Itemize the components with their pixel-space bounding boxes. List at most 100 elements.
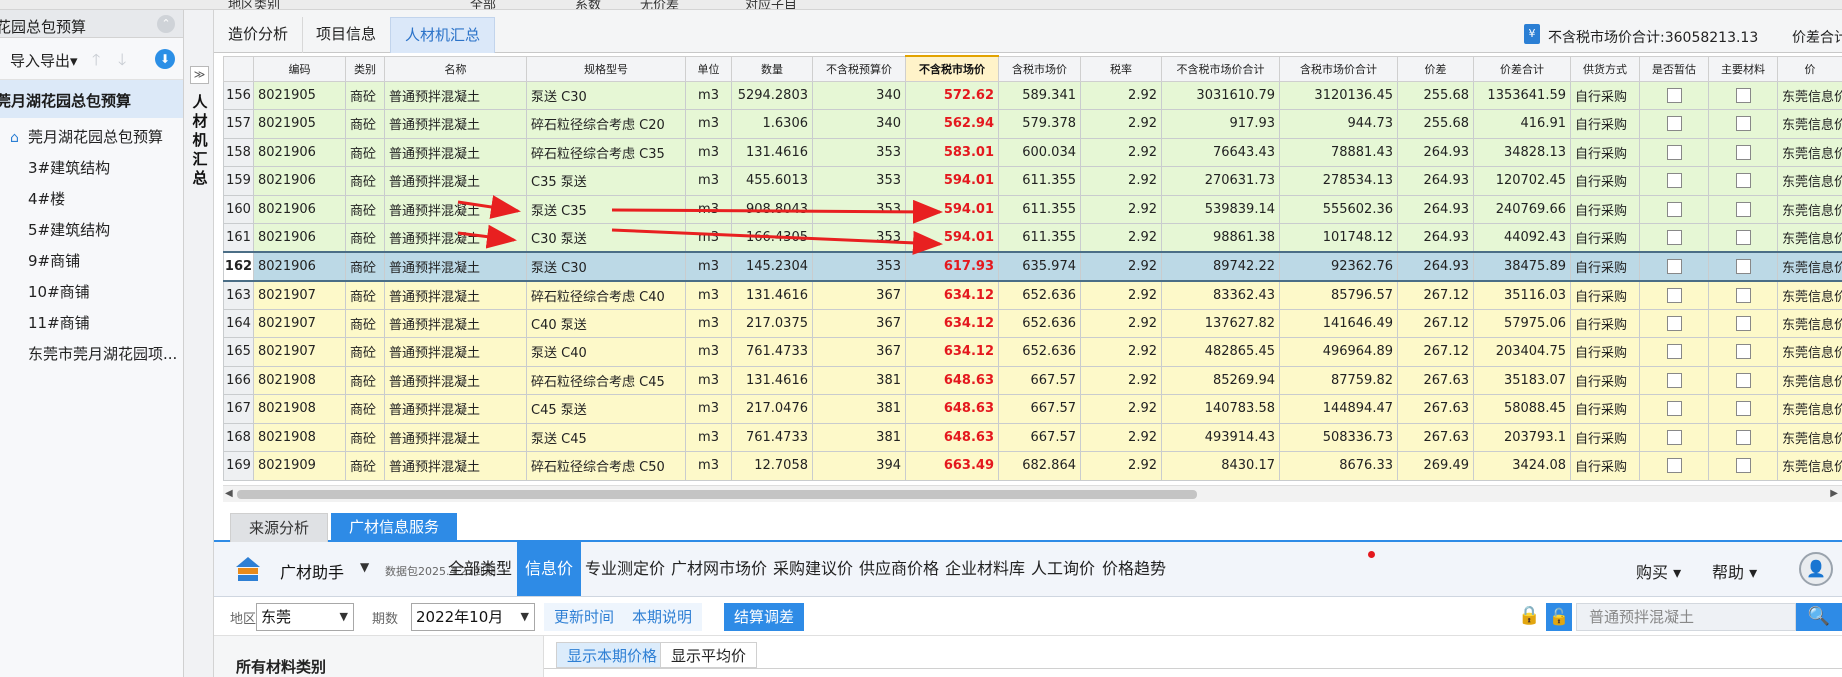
checkbox-cell[interactable]: [1639, 422, 1709, 452]
cell-taxed[interactable]: 667.57: [998, 394, 1081, 424]
tab-material-summary[interactable]: 人材机汇总: [390, 17, 496, 53]
cell-budget[interactable]: 381: [812, 365, 906, 395]
search-input[interactable]: 普通预拌混凝土: [1576, 603, 1796, 631]
cell-taxed[interactable]: 635.974: [998, 251, 1081, 282]
checkbox-cell[interactable]: [1708, 365, 1778, 395]
cell-diff[interactable]: 264.93: [1397, 137, 1474, 167]
cell-source[interactable]: 东莞信息价: [1777, 451, 1842, 481]
cell-rate[interactable]: 2.92: [1080, 109, 1162, 139]
main-material-checkbox[interactable]: [1735, 315, 1751, 331]
cell-diff_total[interactable]: 35183.07: [1473, 365, 1571, 395]
cell-spec[interactable]: 泵送 C30: [526, 251, 686, 282]
cell-market[interactable]: 562.94: [905, 109, 999, 139]
checkbox-cell[interactable]: [1639, 166, 1709, 196]
cell-rate[interactable]: 2.92: [1080, 137, 1162, 167]
tree-item[interactable]: 11#商铺: [0, 308, 183, 339]
estimate-checkbox[interactable]: [1666, 287, 1682, 303]
main-material-checkbox[interactable]: [1735, 144, 1751, 160]
nav-price-trend[interactable]: 价格趋势: [1094, 542, 1174, 596]
cell-diff[interactable]: 267.12: [1397, 280, 1474, 310]
cell-code[interactable]: 8021906: [253, 223, 346, 253]
cell-budget[interactable]: 367: [812, 280, 906, 310]
cell-market[interactable]: 594.01: [905, 223, 999, 253]
estimate-checkbox[interactable]: [1666, 116, 1682, 132]
cell-name[interactable]: 普通预拌混凝土: [384, 80, 527, 110]
cell-total_incl[interactable]: 141646.49: [1279, 308, 1398, 338]
column-header[interactable]: 价差: [1397, 55, 1474, 82]
checkbox-cell[interactable]: [1639, 308, 1709, 338]
cell-code[interactable]: 8021908: [253, 365, 346, 395]
cell-budget[interactable]: 353: [812, 251, 906, 282]
cell-market[interactable]: 648.63: [905, 394, 999, 424]
cell-total_incl[interactable]: 944.73: [1279, 109, 1398, 139]
cell-qty[interactable]: 761.4733: [731, 337, 813, 367]
cell-name[interactable]: 普通预拌混凝土: [384, 422, 527, 452]
cell-name[interactable]: 普通预拌混凝土: [384, 137, 527, 167]
cell-spec[interactable]: 碎石粒径综合考虑 C45: [526, 365, 686, 395]
cell-diff_total[interactable]: 34828.13: [1473, 137, 1571, 167]
checkbox-cell[interactable]: [1708, 166, 1778, 196]
scroll-right-icon[interactable]: ▶: [1830, 488, 1838, 499]
cell-total_excl[interactable]: 137627.82: [1161, 308, 1280, 338]
table-row[interactable]: 166 8021908 商砼 普通预拌混凝土 碎石粒径综合考虑 C45 m3 131.461…: [223, 365, 1842, 395]
cell-spec[interactable]: 碎石粒径综合考虑 C20: [526, 109, 686, 139]
cell-spec[interactable]: 碎石粒径综合考虑 C50: [526, 451, 686, 481]
tree-item[interactable]: 10#商铺: [0, 277, 183, 308]
cell-unit[interactable]: m3: [685, 251, 732, 282]
sidebar-selected-project[interactable]: 莞月湖花园总包预算: [0, 80, 183, 118]
tab-current-price[interactable]: 显示本期价格: [556, 642, 669, 668]
cell-taxed[interactable]: 682.864: [998, 451, 1081, 481]
cell-diff_total[interactable]: 35116.03: [1473, 280, 1571, 310]
cell-code[interactable]: 8021908: [253, 394, 346, 424]
cell-spec[interactable]: 碎石粒径综合考虑 C35: [526, 137, 686, 167]
tab-project-info[interactable]: 项目信息: [302, 17, 392, 53]
cell-budget[interactable]: 367: [812, 337, 906, 367]
estimate-checkbox[interactable]: [1666, 315, 1682, 331]
cell-qty[interactable]: 217.0476: [731, 394, 813, 424]
cell-cat[interactable]: 商砼: [345, 451, 385, 481]
column-header[interactable]: 不含税预算价: [812, 55, 906, 82]
main-material-checkbox[interactable]: [1735, 401, 1751, 417]
cell-diff[interactable]: 264.93: [1397, 194, 1474, 224]
cell-taxed[interactable]: 652.636: [998, 280, 1081, 310]
cell-rate[interactable]: 2.92: [1080, 451, 1162, 481]
cell-diff_total[interactable]: 57975.06: [1473, 308, 1571, 338]
cell-name[interactable]: 普通预拌混凝土: [384, 394, 527, 424]
cell-supply[interactable]: 自行采购: [1570, 251, 1640, 282]
table-row[interactable]: 167 8021908 商砼 普通预拌混凝土 C45 泵送 m3 217.0476 381 64…: [223, 394, 1842, 424]
cell-unit[interactable]: m3: [685, 365, 732, 395]
cell-budget[interactable]: 381: [812, 422, 906, 452]
move-up-icon[interactable]: 🡑: [92, 49, 100, 76]
cell-diff[interactable]: 264.93: [1397, 251, 1474, 282]
row-number[interactable]: 169: [223, 451, 254, 481]
cell-qty[interactable]: 217.0375: [731, 308, 813, 338]
row-number[interactable]: 157: [223, 109, 254, 139]
nav-suggest-price[interactable]: 采购建议价: [765, 542, 861, 596]
row-number[interactable]: 166: [223, 365, 254, 395]
table-row[interactable]: 159 8021906 商砼 普通预拌混凝土 C35 泵送 m3 455.6013 353 59…: [223, 166, 1842, 196]
table-row[interactable]: 156 8021905 商砼 普通预拌混凝土 泵送 C30 m3 5294.2803 340 5…: [223, 80, 1842, 110]
cell-taxed[interactable]: 589.341: [998, 80, 1081, 110]
cell-budget[interactable]: 381: [812, 394, 906, 424]
cell-cat[interactable]: 商砼: [345, 166, 385, 196]
column-header[interactable]: 价: [1777, 55, 1842, 82]
cell-cat[interactable]: 商砼: [345, 109, 385, 139]
row-number[interactable]: 168: [223, 422, 254, 452]
cell-supply[interactable]: 自行采购: [1570, 422, 1640, 452]
cell-qty[interactable]: 131.4616: [731, 365, 813, 395]
top-strip-item[interactable]: 对应子目: [745, 0, 797, 9]
table-row[interactable]: 160 8021906 商砼 普通预拌混凝土 泵送 C35 m3 908.8043 353 59…: [223, 194, 1842, 224]
cell-rate[interactable]: 2.92: [1080, 166, 1162, 196]
cell-code[interactable]: 8021907: [253, 280, 346, 310]
cell-taxed[interactable]: 652.636: [998, 308, 1081, 338]
cell-total_excl[interactable]: 140783.58: [1161, 394, 1280, 424]
settle-adjust-button[interactable]: 结算调差: [724, 603, 805, 631]
cell-total_incl[interactable]: 85796.57: [1279, 280, 1398, 310]
estimate-checkbox[interactable]: [1666, 87, 1682, 103]
estimate-checkbox[interactable]: [1666, 401, 1682, 417]
cell-supply[interactable]: 自行采购: [1570, 109, 1640, 139]
cell-unit[interactable]: m3: [685, 194, 732, 224]
checkbox-cell[interactable]: [1708, 109, 1778, 139]
cell-supply[interactable]: 自行采购: [1570, 166, 1640, 196]
cell-source[interactable]: 东莞信息价: [1777, 109, 1842, 139]
